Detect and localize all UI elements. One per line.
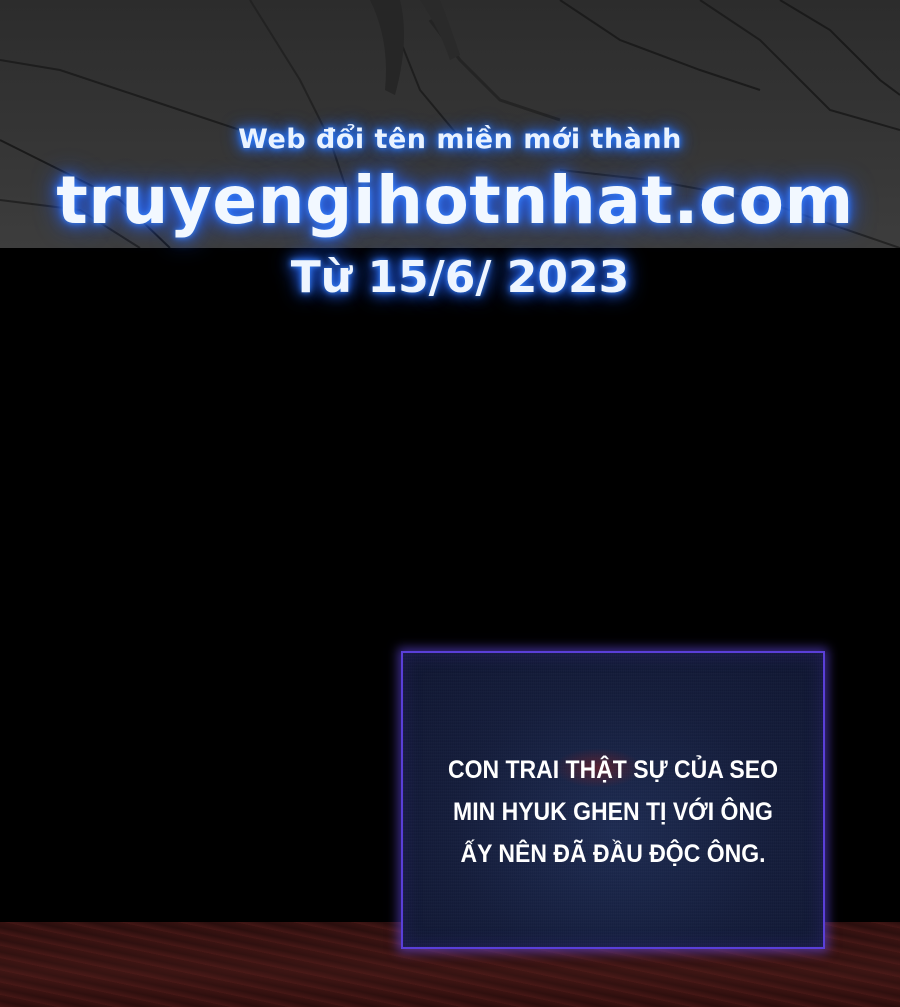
narration-line: MIN HYUK GHEN TỊ VỚI ÔNG: [453, 798, 773, 826]
narration-text: CON TRAI THẬT SỰ CỦA SEO MIN HYUK GHEN T…: [420, 749, 806, 875]
narration-box: CON TRAI THẬT SỰ CỦA SEO MIN HYUK GHEN T…: [401, 651, 825, 949]
narration-line: ẤY NÊN ĐÃ ĐẦU ĐỘC ÔNG.: [460, 840, 766, 868]
narration-line: CON TRAI THẬT SỰ CỦA SEO: [447, 756, 779, 784]
watermark-date: Từ 15/6/ 2023: [290, 252, 630, 303]
watermark-notice: Web đổi tên miền mới thành: [238, 124, 682, 155]
comic-page: Web đổi tên miền mới thành truyengihotnh…: [0, 0, 900, 1007]
watermark-domain: truyengihotnhat.com: [56, 162, 854, 239]
